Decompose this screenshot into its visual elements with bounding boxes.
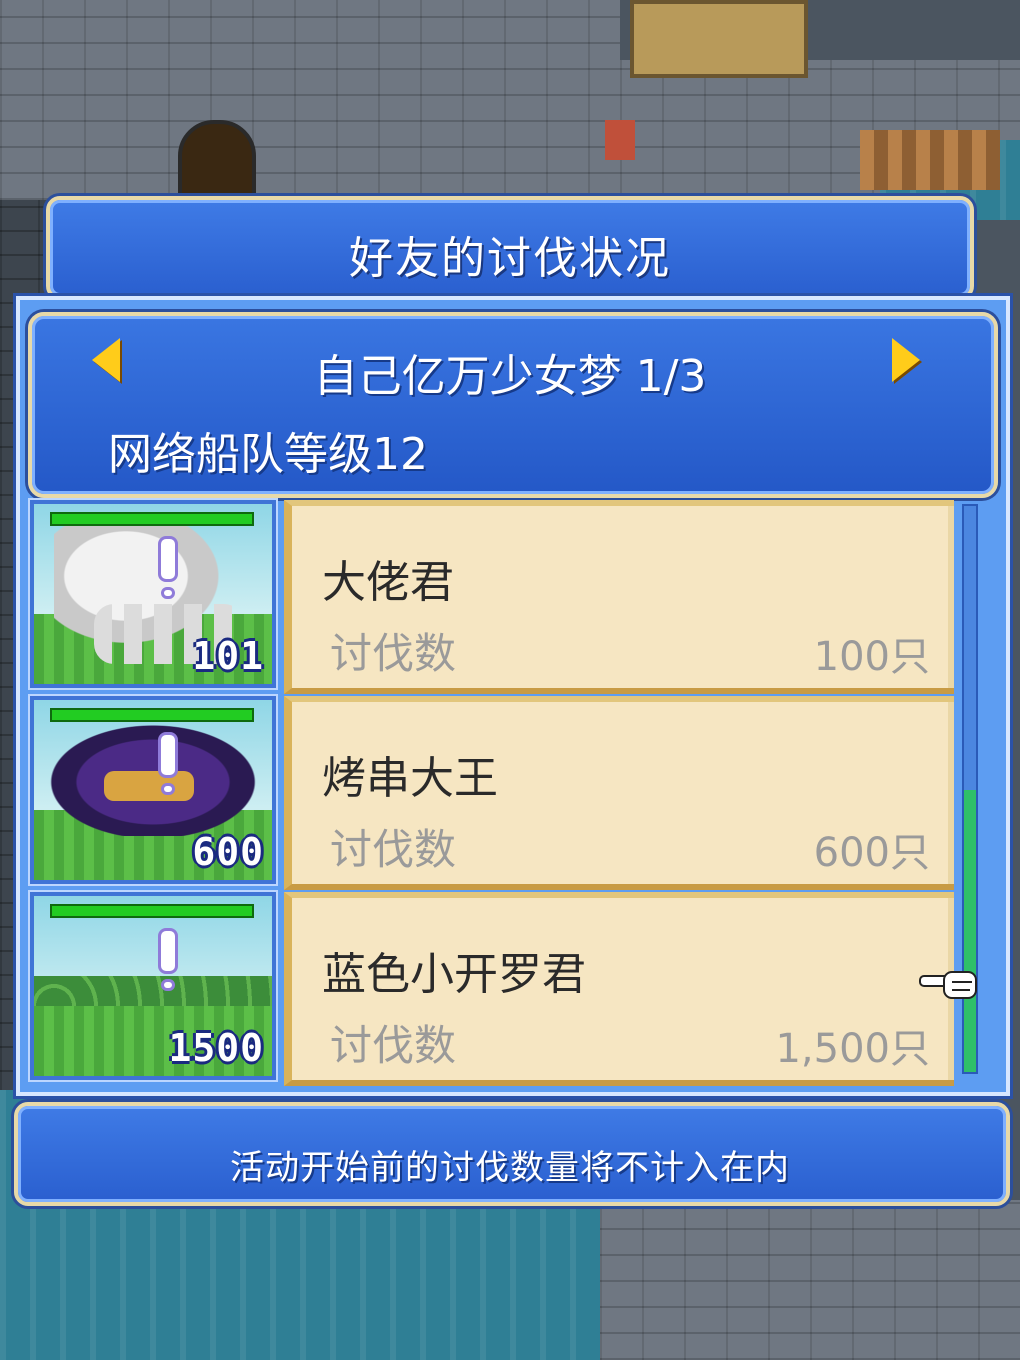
shop-building: [630, 0, 808, 78]
castle-wall-bottom: [600, 1200, 1020, 1360]
friend-entry-name: 烤串大王: [322, 753, 498, 804]
alert-icon: [158, 536, 178, 599]
friend-card: 大佬君 讨伐数 100只: [284, 500, 954, 694]
hp-bar: [50, 512, 254, 526]
dialog-title-bar: 好友的讨伐状况: [46, 196, 974, 300]
monster-thumbnail: 101: [30, 500, 276, 688]
friend-card: 蓝色小开罗君 讨伐数 1,500只: [284, 892, 954, 1086]
list-item[interactable]: 101 大佬君 讨伐数 100只: [30, 500, 954, 694]
notice-text: 活动开始前的讨伐数量将不计入在内: [230, 1148, 790, 1188]
monster-thumbnail: 600: [30, 696, 276, 884]
kill-count-label: 讨伐数: [330, 1021, 457, 1070]
list-item[interactable]: 600 烤串大王 讨伐数 600只: [30, 696, 954, 890]
hp-bar: [50, 708, 254, 722]
red-flag: [605, 120, 635, 160]
scrollbar-thumb[interactable]: [964, 790, 976, 1072]
friend-entry-name: 蓝色小开罗君: [322, 949, 586, 1000]
kill-count-label: 讨伐数: [330, 825, 457, 874]
hp-bar: [50, 904, 254, 918]
kill-count-label: 讨伐数: [330, 629, 457, 678]
dialog-title: 好友的讨伐状况: [349, 233, 671, 284]
friend-name-page: 自己亿万少女梦 1/3: [313, 351, 707, 402]
alert-icon: [158, 928, 178, 991]
fleet-level: 网络船队等级12: [108, 429, 428, 480]
list-item[interactable]: 1500 蓝色小开罗君 讨伐数 1,500只: [30, 892, 954, 1086]
kill-count-value: 100只: [813, 634, 930, 680]
friend-entry-name: 大佬君: [322, 557, 454, 608]
monster-count: 600: [192, 830, 264, 874]
market-awning: [860, 130, 1000, 190]
monster-count: 1500: [168, 1026, 264, 1070]
friend-card: 烤串大王 讨伐数 600只: [284, 696, 954, 890]
kill-count-value: 600只: [813, 830, 930, 876]
pointing-hand-icon: [919, 971, 977, 999]
alert-icon: [158, 732, 178, 795]
castle-wall: [0, 0, 620, 200]
monster-thumbnail: 1500: [30, 892, 276, 1080]
friend-kill-list: 101 大佬君 讨伐数 100只 600 烤串大王 讨伐数 600只 1500 …: [30, 500, 954, 1086]
bat-monster-icon: [34, 716, 272, 836]
monster-count: 101: [192, 634, 264, 678]
kill-count-value: 1,500只: [775, 1026, 930, 1072]
